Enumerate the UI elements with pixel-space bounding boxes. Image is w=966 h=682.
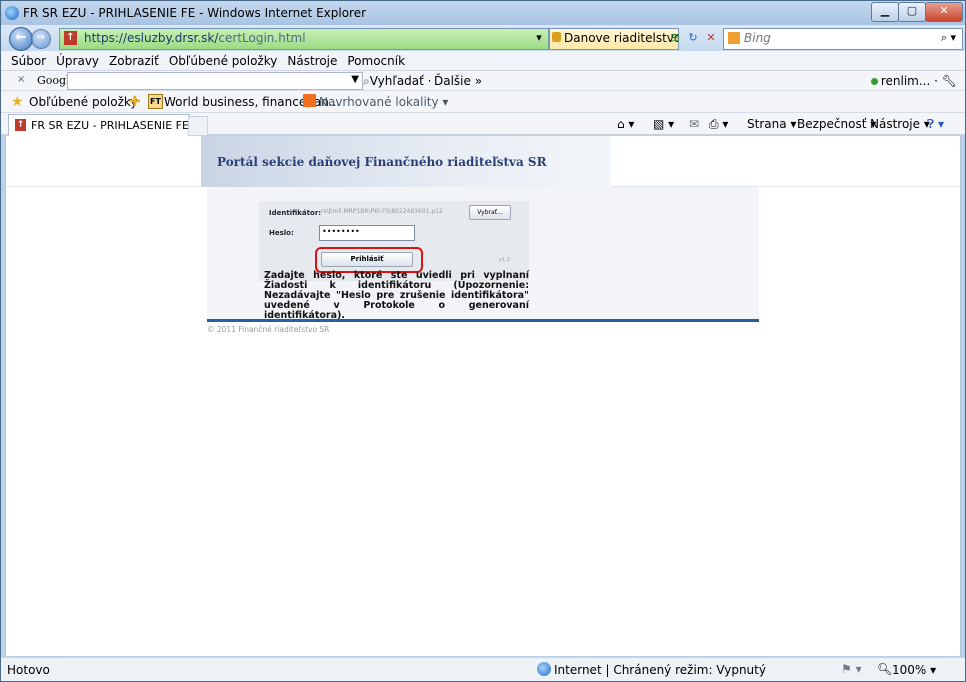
menu-favorites[interactable]: Obľúbené položky (169, 51, 278, 71)
menu-bar: Súbor Úpravy Zobraziť Obľúbené položky N… (1, 51, 965, 71)
add-favorite-icon[interactable]: ✚ (129, 94, 141, 110)
print-icon[interactable]: ⎙ ▾ (709, 117, 728, 132)
zoom-level[interactable]: 100% ▾ (892, 663, 936, 677)
minimize-button[interactable]: ▁ (871, 2, 899, 22)
favorites-star-icon[interactable]: ★ (11, 94, 24, 110)
back-icon[interactable]: ← (9, 27, 33, 51)
ie-icon (5, 6, 19, 20)
protected-mode-icon[interactable]: ⚑ ▾ (841, 662, 862, 676)
online-icon (870, 78, 878, 85)
google-more-button[interactable]: Ďalšie » (434, 74, 482, 88)
wrench-icon[interactable]: 🔧︎ (942, 74, 957, 88)
tab-current[interactable]: ↑ FR SR EZU - PRIHLASENIE FE (8, 114, 190, 136)
new-tab-button[interactable] (188, 116, 208, 136)
menu-tools[interactable]: Nástroje (287, 51, 337, 71)
browse-button[interactable]: Vybrať... (469, 205, 511, 220)
toolbar-close-icon[interactable]: × (17, 74, 25, 85)
mail-icon[interactable]: ✉ (689, 117, 699, 131)
address-dropdown-icon[interactable]: ▾ (531, 30, 547, 46)
home-icon[interactable]: ⌂ ▾ (617, 117, 634, 131)
page-content: Portál sekcie daňovej Finančného riadite… (5, 136, 961, 656)
password-input[interactable]: •••••••• (319, 225, 415, 241)
menu-help[interactable]: Pomocník (347, 51, 405, 71)
search-input[interactable] (744, 30, 934, 46)
ft-icon: FT (148, 94, 163, 109)
safety-menu[interactable]: Bezpečnosť ▾ (797, 117, 876, 131)
security-zone[interactable]: Internet | Chránený režim: Vypnutý (554, 663, 766, 677)
id-file-field[interactable]: rs\Emil.MRP1BR\PKI-FS\8022483601.p12 (321, 206, 465, 218)
tab-label: FR SR EZU - PRIHLASENIE FE (31, 119, 189, 132)
menu-edit[interactable]: Úpravy (56, 51, 99, 71)
password-label: Heslo: (269, 229, 294, 237)
site-icon: ↑ (64, 31, 77, 45)
page-menu[interactable]: Strana ▾ (747, 117, 796, 131)
stop-icon[interactable]: ✕ (703, 30, 719, 46)
favorites-bar: ★ Obľúbené položky ✚ FT World business, … (1, 91, 965, 113)
url-text: https://esluzby.drsr.sk/certLogin.html (84, 31, 306, 45)
cert-label: Danove riaditelstvo... (564, 31, 678, 45)
url-host: https://esluzby.drsr.sk/ (84, 31, 219, 45)
url-path: certLogin.html (218, 31, 306, 45)
banner-title: Portál sekcie daňovej Finančného riadite… (217, 155, 547, 169)
search-box[interactable]: ⌕ ▾ (723, 28, 963, 50)
google-user[interactable]: renlim... · 🔧︎ (870, 74, 957, 88)
id-label: Identifikátor: (269, 209, 322, 217)
feeds-icon[interactable]: ▧ ▾ (653, 117, 674, 131)
google-search-input[interactable]: ▼ (67, 72, 363, 90)
bing-icon (728, 32, 740, 44)
google-toolbar: × Google ▼ ⌕Vyhľadať · Ďalšie » renlim..… (1, 71, 965, 91)
version-label: v1.2 (499, 257, 510, 263)
tab-site-icon: ↑ (15, 119, 26, 131)
globe-icon (537, 662, 551, 676)
favorites-button[interactable]: Obľúbené položky (29, 95, 138, 109)
google-search-icon: ⌕ (363, 74, 370, 88)
menu-file[interactable]: Súbor (11, 51, 46, 71)
menu-view[interactable]: Zobraziť (109, 51, 159, 71)
maximize-button[interactable]: ▢ (898, 2, 926, 22)
title-bar: FR SR EZU - PRIHLASENIE FE - Windows Int… (1, 1, 965, 25)
suggested-sites-icon (303, 94, 316, 107)
copyright: © 2011 Finančné riaditeľstvo SR (207, 325, 330, 334)
forward-icon[interactable]: → (31, 29, 51, 49)
panel-bottom-border (207, 319, 759, 322)
favorite-suggested-sites[interactable]: Navrhované lokality ▾ (319, 95, 448, 109)
window-title: FR SR EZU - PRIHLASENIE FE - Windows Int… (23, 6, 367, 20)
padlock-icon (552, 32, 561, 42)
close-button[interactable]: ✕ (925, 2, 963, 22)
tab-row: ↑ FR SR EZU - PRIHLASENIE FE ⌂ ▾ ▧ ▾ ✉ ⎙… (1, 113, 965, 136)
portal-banner: Portál sekcie daňovej Finančného riadite… (201, 136, 611, 187)
login-panel: Identifikátor: rs\Emil.MRP1BR\PKI-FS\802… (207, 187, 759, 321)
address-row: ← → ↑ https://esluzby.drsr.sk/certLogin.… (1, 25, 965, 51)
tools-menu[interactable]: Nástroje ▾ (870, 117, 930, 131)
status-text: Hotovo (7, 663, 50, 677)
zoom-icon[interactable]: 🔍︎ (877, 662, 892, 676)
help-icon[interactable]: ❓︎ ▾ (927, 117, 944, 132)
login-form: Identifikátor: rs\Emil.MRP1BR\PKI-FS\802… (259, 201, 529, 281)
instructions-text: Zadajte heslo, ktoré ste uviedli pri vyp… (264, 270, 529, 321)
search-icon[interactable]: ⌕ ▾ (941, 31, 956, 45)
chevron-down-icon[interactable]: ▼ (351, 74, 359, 85)
address-bar[interactable]: ↑ https://esluzby.drsr.sk/certLogin.html (59, 28, 549, 50)
compat-icon[interactable]: ⊞ (667, 30, 683, 46)
security-report[interactable]: Danove riaditelstvo... (549, 28, 679, 50)
google-search-button[interactable]: ⌕Vyhľadať · (363, 74, 432, 89)
refresh-icon[interactable]: ↻ (685, 30, 701, 46)
status-bar: Hotovo Internet | Chránený režim: Vypnut… (1, 657, 965, 681)
